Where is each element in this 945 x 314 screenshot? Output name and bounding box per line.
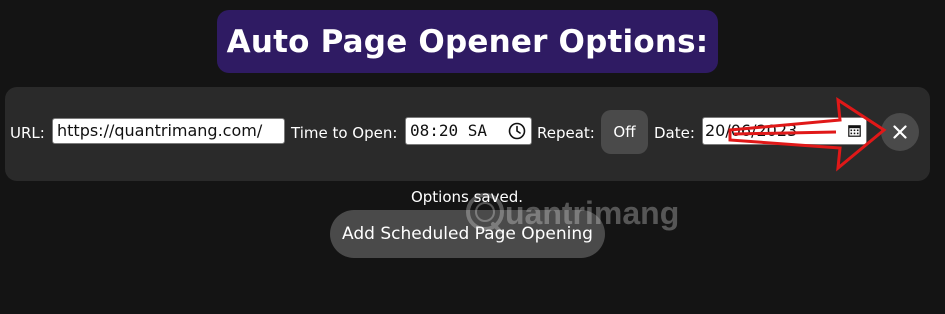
status-message: Options saved.: [410, 188, 524, 206]
title-banner: Auto Page Opener Options:: [217, 10, 718, 73]
url-input[interactable]: https://quantrimang.com/: [52, 118, 285, 144]
add-scheduled-page-button[interactable]: Add Scheduled Page Opening: [330, 210, 605, 258]
time-value: 08:20 SA: [410, 121, 488, 140]
close-icon: [893, 125, 907, 139]
repeat-toggle-button[interactable]: Off: [601, 110, 648, 154]
date-input[interactable]: 20/06/2023: [702, 117, 867, 145]
clock-icon[interactable]: [508, 122, 526, 140]
url-label: URL:: [10, 124, 45, 142]
calendar-icon[interactable]: [848, 124, 861, 137]
time-label: Time to Open:: [291, 124, 398, 142]
date-value: 20/06/2023: [705, 121, 798, 140]
time-input[interactable]: 08:20 SA: [405, 117, 532, 145]
remove-schedule-button[interactable]: [881, 113, 919, 151]
page-title: Auto Page Opener Options:: [226, 23, 709, 60]
repeat-label: Repeat:: [537, 124, 595, 142]
date-label: Date:: [654, 124, 695, 142]
options-page: Auto Page Opener Options: URL: https://q…: [0, 0, 945, 314]
